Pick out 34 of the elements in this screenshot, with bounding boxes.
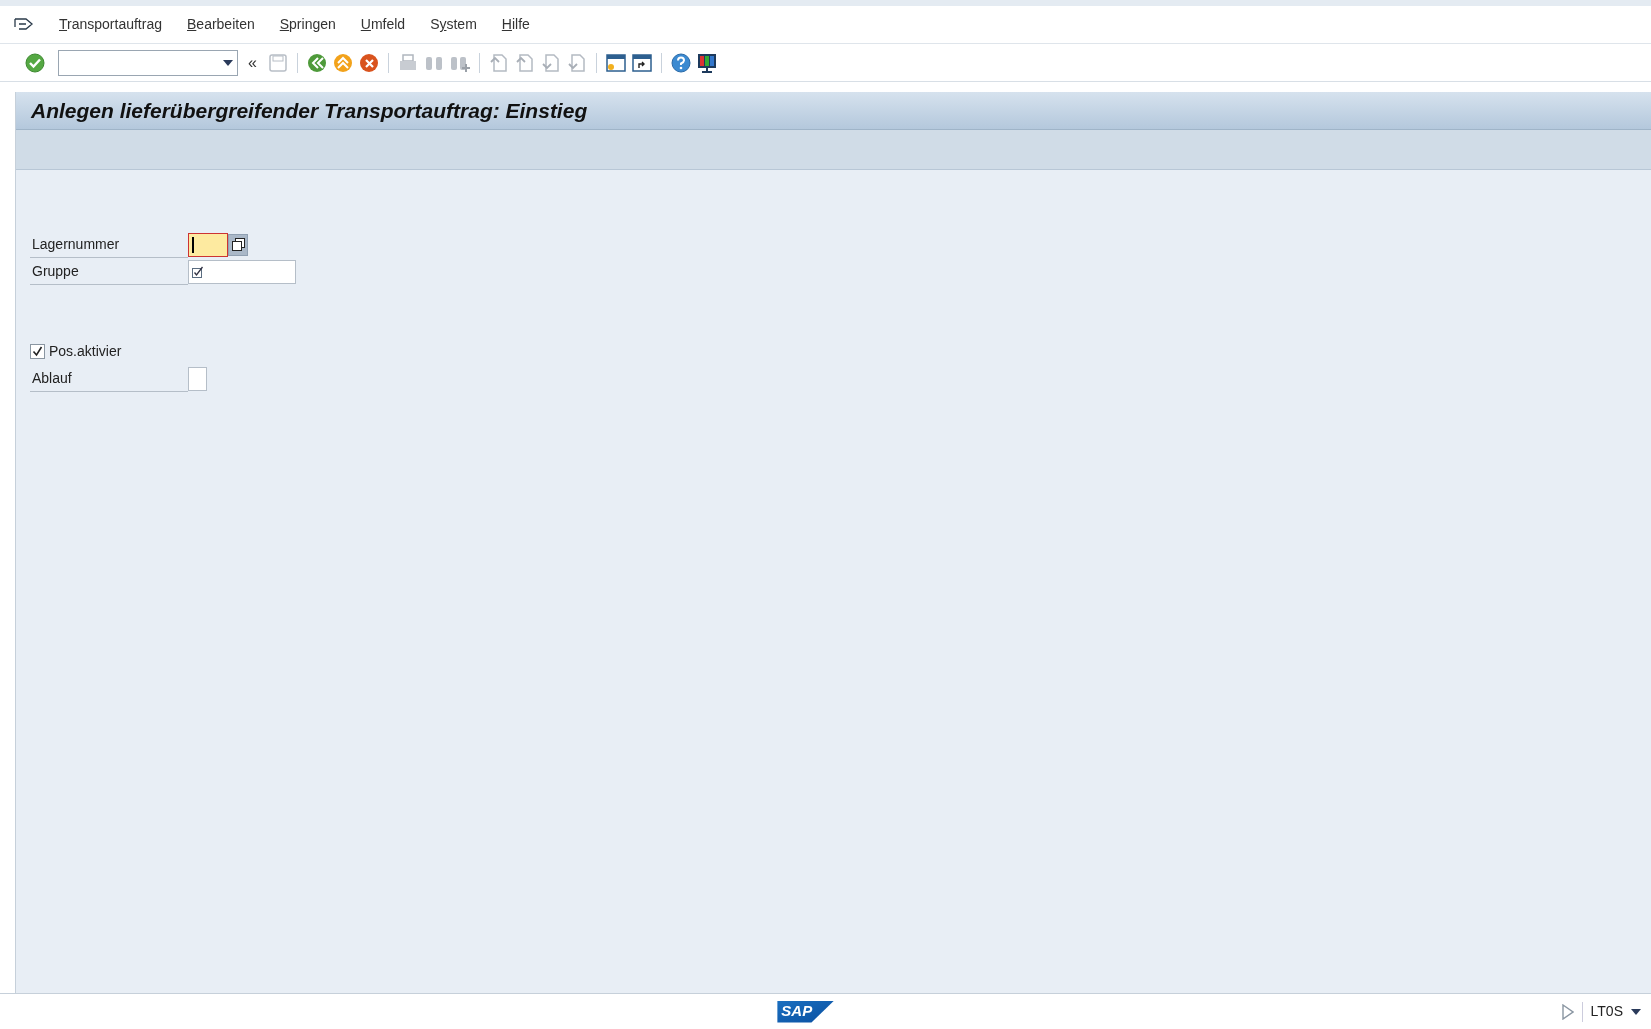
cancel-icon[interactable] [357, 51, 380, 74]
command-field[interactable] [58, 49, 238, 76]
checkbox-label: Pos.aktivier [49, 342, 122, 361]
checkmark-icon [32, 346, 43, 357]
menu-item[interactable]: Umfeld [360, 14, 406, 35]
input-field[interactable] [188, 232, 228, 257]
menu-item[interactable]: Bearbeiten [187, 14, 255, 35]
shortcut-icon[interactable] [630, 51, 653, 74]
monitor-icon[interactable] [695, 51, 718, 74]
back-icon[interactable] [305, 51, 328, 74]
input-field[interactable] [188, 366, 207, 391]
play-icon[interactable] [1561, 1003, 1574, 1020]
menu-item[interactable]: System [430, 14, 477, 35]
text-cursor [192, 236, 194, 253]
transaction-code: LT0S [1590, 1002, 1623, 1021]
next-page-icon[interactable] [539, 51, 562, 74]
exit-icon[interactable] [331, 51, 354, 74]
caret-icon[interactable] [1631, 1008, 1641, 1015]
screen-title: Anlegen lieferübergreifender Transportauftrag: Einstieg [31, 97, 588, 124]
copy-icon [231, 238, 245, 251]
checkbox[interactable] [30, 344, 45, 359]
sap-logo: SAP [777, 1000, 835, 1023]
menu-icon[interactable] [14, 16, 34, 33]
menu-item[interactable]: Transportauftrag [59, 14, 162, 35]
value-help-button[interactable] [228, 233, 248, 256]
menu-item[interactable]: Hilfe [501, 14, 530, 35]
help-icon[interactable] [669, 51, 692, 74]
menu-item[interactable]: Springen [279, 14, 336, 35]
input-field[interactable] [188, 259, 296, 284]
last-page-icon[interactable] [565, 51, 588, 74]
dropdown-caret-icon[interactable] [223, 59, 233, 66]
new-window-icon[interactable] [604, 51, 627, 74]
enter-check-icon[interactable] [24, 51, 46, 74]
history-arrow[interactable]: « [248, 50, 257, 75]
